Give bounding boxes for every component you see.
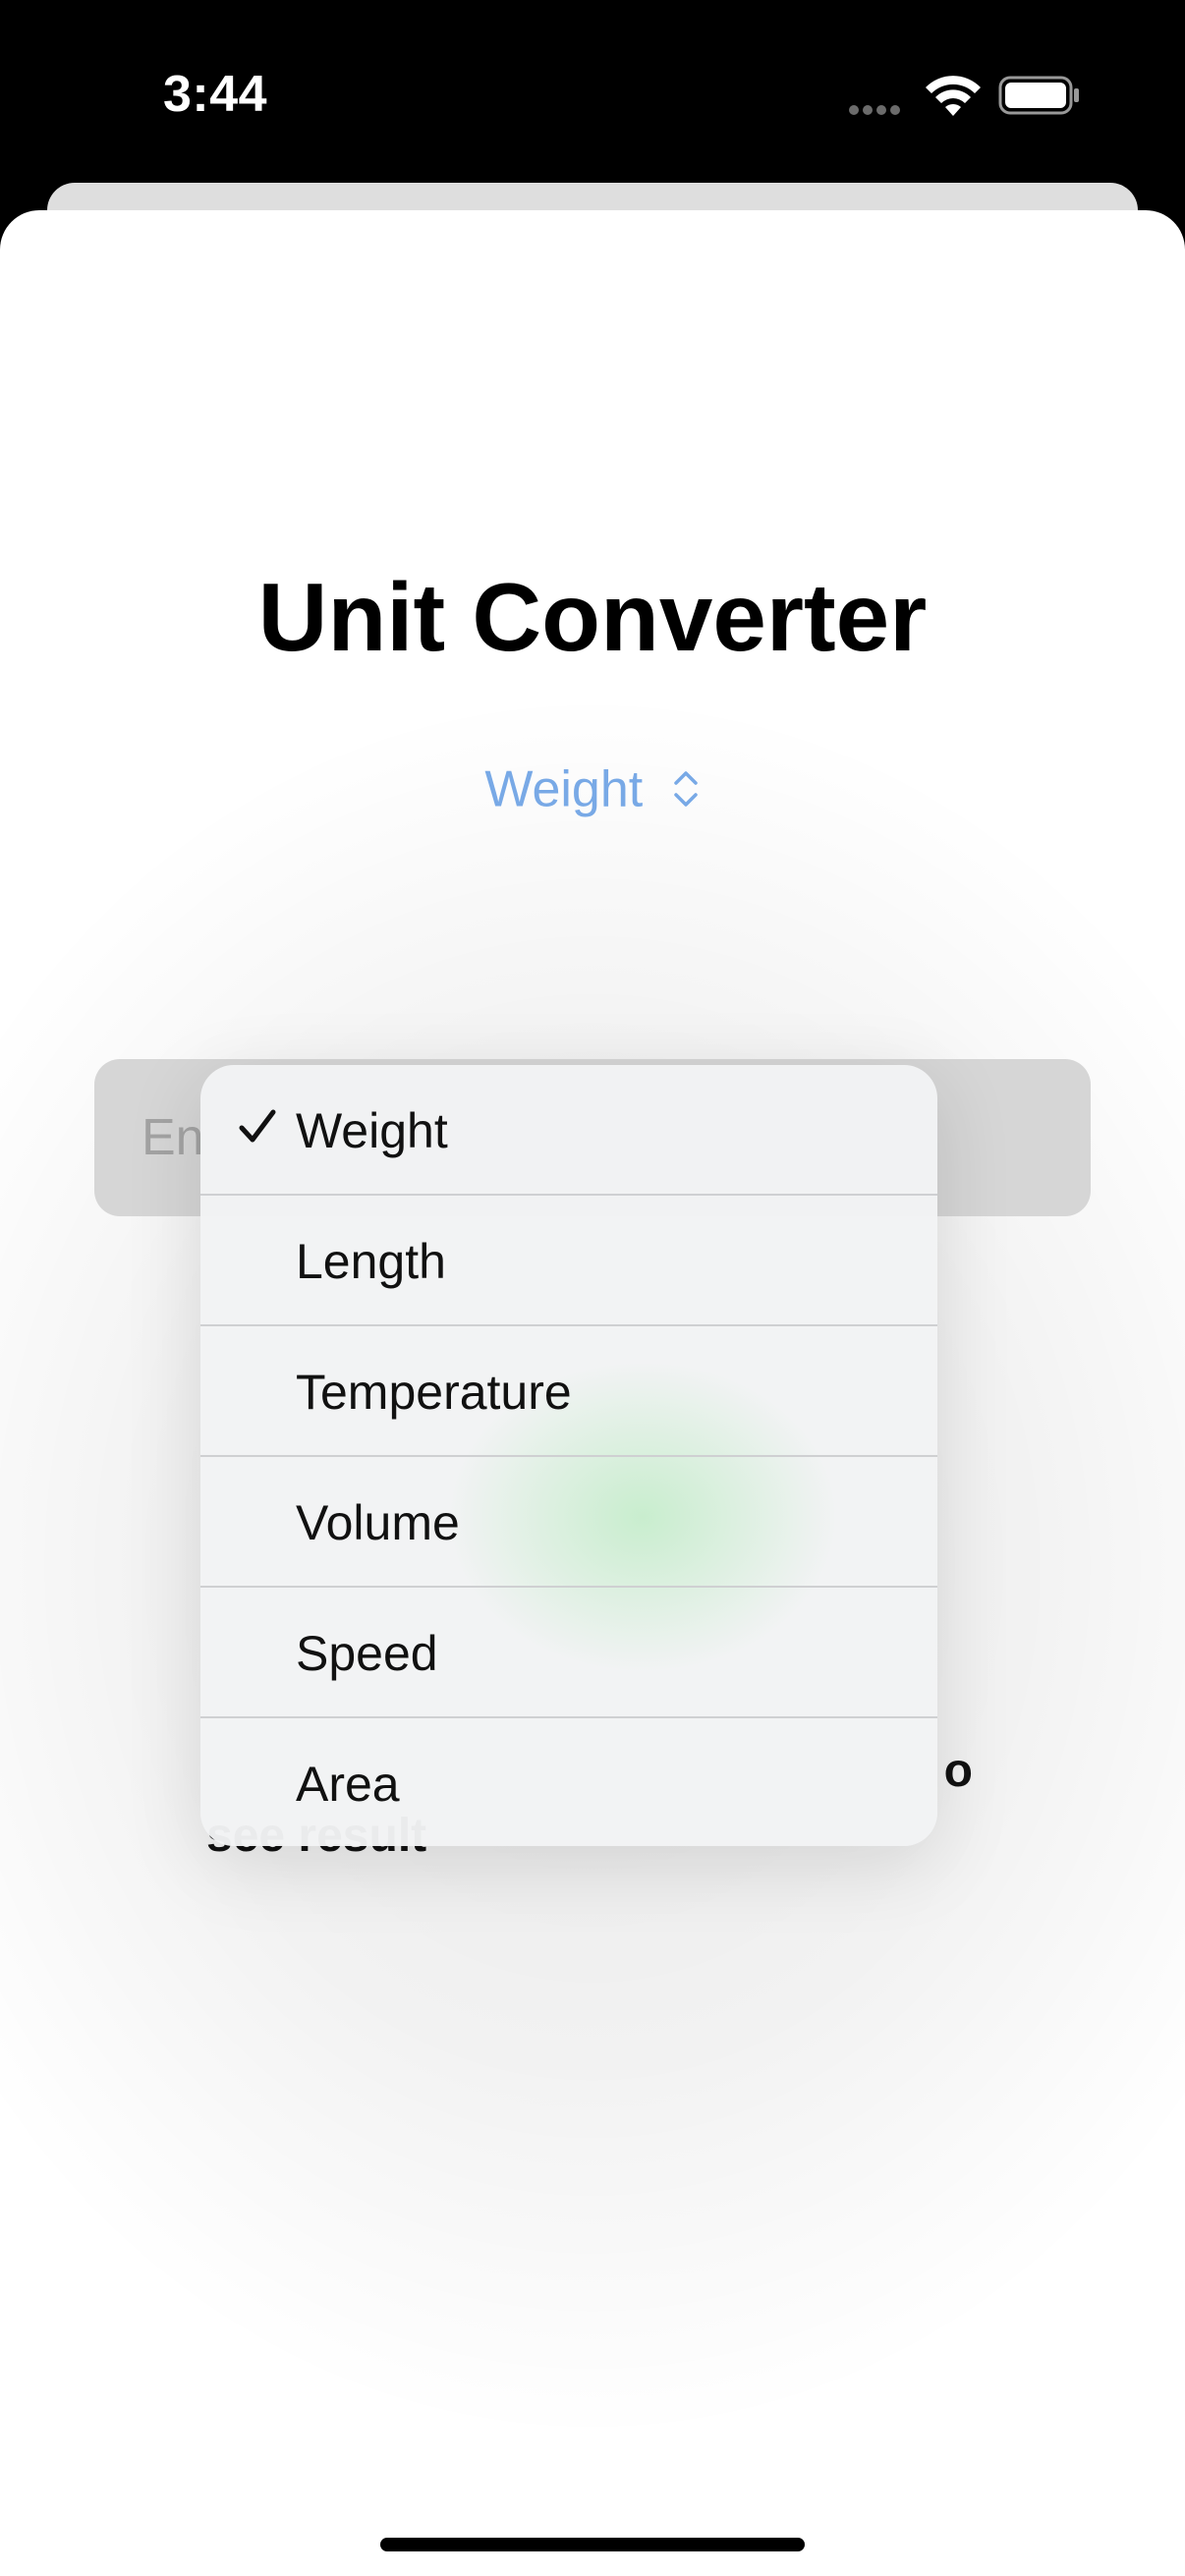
menu-item-label: Area bbox=[296, 1757, 400, 1812]
menu-item-area[interactable]: Area bbox=[200, 1718, 937, 1846]
menu-item-temperature[interactable]: Temperature bbox=[200, 1326, 937, 1457]
menu-item-label: Speed bbox=[296, 1626, 438, 1681]
value-input-placeholder: En bbox=[141, 1109, 204, 1166]
menu-item-length[interactable]: Length bbox=[200, 1196, 937, 1326]
menu-item-speed[interactable]: Speed bbox=[200, 1588, 937, 1718]
category-picker-label: Weight bbox=[484, 760, 644, 818]
home-indicator[interactable] bbox=[380, 2538, 805, 2551]
menu-item-label: Volume bbox=[296, 1495, 460, 1550]
checkmark-icon bbox=[239, 1109, 276, 1143]
category-picker[interactable]: Weight bbox=[0, 756, 1185, 818]
wifi-icon bbox=[926, 76, 981, 116]
signal-dots-icon bbox=[849, 102, 904, 120]
menu-item-weight[interactable]: Weight bbox=[200, 1065, 937, 1196]
menu-item-label: Length bbox=[296, 1234, 446, 1289]
status-bar: 3:44 bbox=[0, 0, 1185, 187]
status-time: 3:44 bbox=[163, 66, 268, 123]
menu-item-label: Temperature bbox=[296, 1365, 572, 1420]
battery-icon bbox=[998, 76, 1079, 115]
category-menu: Weight Length Temperature Volume Speed A… bbox=[200, 1065, 937, 1846]
menu-item-volume[interactable]: Volume bbox=[200, 1457, 937, 1588]
page-title: Unit Converter bbox=[257, 563, 928, 671]
menu-item-label: Weight bbox=[296, 1103, 448, 1158]
chevron-up-down-icon bbox=[673, 771, 698, 808]
